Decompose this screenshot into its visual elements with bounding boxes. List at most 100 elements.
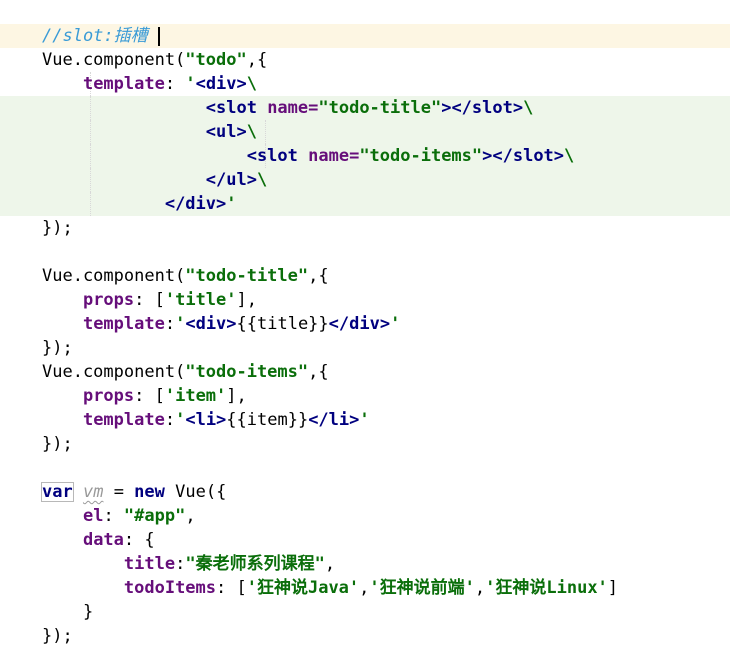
code-text: template:'<li>{{item}}</li>' xyxy=(42,408,370,432)
code-text: <slot name="todo-items"></slot>\ xyxy=(42,144,575,168)
code-token: Vue.component( xyxy=(42,50,186,70)
indent-guide xyxy=(265,120,266,144)
code-token: }); xyxy=(42,434,73,454)
code-token: el xyxy=(82,506,104,526)
code-token: //slot:插槽 xyxy=(42,26,148,46)
code-line[interactable]: }); xyxy=(0,216,730,240)
code-token: Vue.component( xyxy=(42,362,186,382)
code-token: '狂神说前端' xyxy=(369,578,475,598)
code-token: = xyxy=(103,482,135,502)
code-token: props xyxy=(82,290,135,310)
code-token: </div> xyxy=(328,314,391,334)
code-token: \ xyxy=(246,122,257,142)
code-token: props xyxy=(82,386,135,406)
code-line[interactable]: props: ['item'], xyxy=(0,384,730,408)
code-token: template xyxy=(82,314,165,334)
code-token: </li> xyxy=(308,410,360,430)
code-token: : xyxy=(103,506,124,526)
code-text: </ul>\ xyxy=(42,168,267,192)
code-line[interactable]: </div>' xyxy=(0,192,730,216)
code-line[interactable]: data: { xyxy=(0,528,730,552)
code-token: ' xyxy=(175,314,186,334)
code-token: <ul> xyxy=(205,122,247,142)
code-token: , xyxy=(324,554,336,574)
code-line[interactable]: el: "#app", xyxy=(0,504,730,528)
code-token: : { xyxy=(123,530,155,550)
code-line[interactable]: } xyxy=(0,600,730,624)
code-token: } xyxy=(42,602,94,622)
code-line[interactable]: props: ['title'], xyxy=(0,288,730,312)
code-line[interactable] xyxy=(0,456,730,480)
code-line[interactable]: template:'<li>{{item}}</li>' xyxy=(0,408,730,432)
code-text: props: ['item'], xyxy=(42,384,247,408)
code-line[interactable]: todoItems: ['狂神说Java','狂神说前端','狂神说Linux'… xyxy=(0,576,730,600)
code-text: //slot:插槽 xyxy=(42,24,148,48)
code-line[interactable]: }); xyxy=(0,432,730,456)
code-token: : xyxy=(175,554,186,574)
code-token: name= xyxy=(308,146,360,166)
code-token: "todo-items" xyxy=(185,362,309,382)
code-token: }); xyxy=(42,626,73,646)
code-token: Vue({ xyxy=(164,482,227,502)
code-token: "todo-title" xyxy=(318,98,442,118)
code-token: ] xyxy=(607,578,619,598)
code-text: Vue.component("todo",{ xyxy=(42,48,267,72)
code-text: template:'<div>{{title}}</div>' xyxy=(42,312,400,336)
code-token: vm xyxy=(82,482,104,502)
code-line[interactable]: var vm = new Vue({ xyxy=(0,480,730,504)
code-token: ,{ xyxy=(308,266,329,286)
code-text: }); xyxy=(42,624,73,648)
code-token: "todo" xyxy=(185,50,247,70)
code-token: ,{ xyxy=(308,362,329,382)
code-token: </div> xyxy=(164,194,227,214)
code-token: <div> xyxy=(185,314,237,334)
code-line[interactable]: }); xyxy=(0,624,730,648)
code-line[interactable]: Vue.component("todo-items",{ xyxy=(0,360,730,384)
code-token: template xyxy=(82,410,165,430)
code-line[interactable]: </ul>\ xyxy=(0,168,730,192)
code-token: title xyxy=(123,554,176,574)
code-token: , xyxy=(359,578,370,598)
code-token: \ xyxy=(564,146,575,166)
code-token: "秦老师系列课程" xyxy=(185,554,325,574)
code-line[interactable] xyxy=(0,240,730,264)
code-text: </div>' xyxy=(42,192,237,216)
code-token: , xyxy=(474,578,486,598)
code-line[interactable]: }); xyxy=(0,336,730,360)
code-text: } xyxy=(42,600,93,624)
code-token: new xyxy=(134,482,165,502)
code-token: {{item}} xyxy=(226,410,309,430)
code-line[interactable]: title:"秦老师系列课程", xyxy=(0,552,730,576)
code-token: "todo-items" xyxy=(359,146,483,166)
code-token: todoItems xyxy=(123,578,217,598)
code-token: ' xyxy=(185,74,196,94)
code-line[interactable]: <slot name="todo-items"></slot>\ xyxy=(0,144,730,168)
code-text: todoItems: ['狂神说Java','狂神说前端','狂神说Linux'… xyxy=(42,576,618,600)
code-line[interactable]: Vue.component("todo",{ xyxy=(0,48,730,72)
code-line[interactable]: Vue.component("todo-title",{ xyxy=(0,264,730,288)
code-line[interactable]: <ul>\ xyxy=(0,120,730,144)
code-editor[interactable]: //slot:插槽 Vue.component("todo",{ template… xyxy=(0,0,730,666)
code-token: ' xyxy=(226,194,237,214)
code-line[interactable]: template:'<div>{{title}}</div>' xyxy=(0,312,730,336)
code-token: : [ xyxy=(134,386,165,406)
code-token: template xyxy=(82,74,165,94)
code-token: ' xyxy=(175,410,186,430)
code-token: }); xyxy=(42,218,73,238)
code-line[interactable]: <slot name="todo-title"></slot>\ xyxy=(0,96,730,120)
code-token: ], xyxy=(226,386,247,406)
code-text: var vm = new Vue({ xyxy=(42,480,226,504)
code-line[interactable]: //slot:插槽 xyxy=(0,24,730,48)
code-text: <ul>\ xyxy=(42,120,257,144)
code-line[interactable]: template: '<div>\ xyxy=(0,72,730,96)
